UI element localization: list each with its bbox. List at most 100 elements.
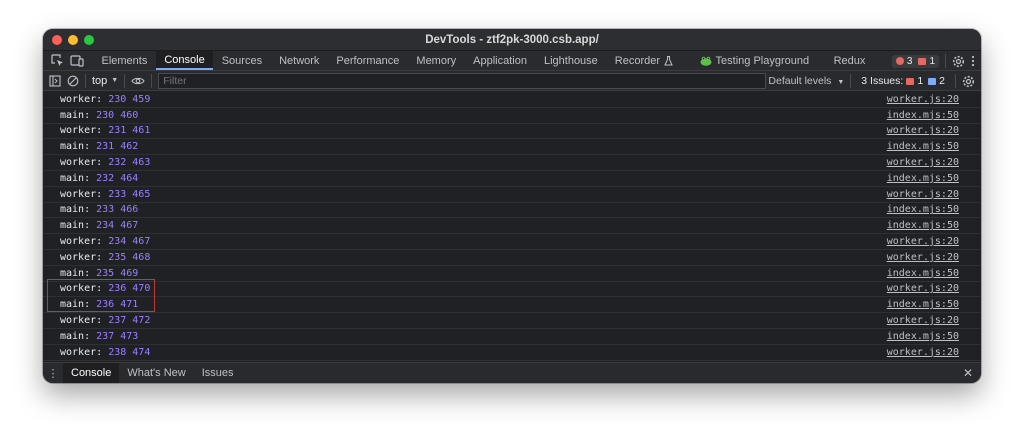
console-message: worker: 236 470: [60, 283, 150, 294]
issues-blue-count: 2: [939, 75, 945, 87]
console-message-row: main: 231 462 index.mjs:50: [43, 139, 981, 156]
source-link[interactable]: worker.js:20: [887, 125, 959, 136]
source-link[interactable]: index.mjs:50: [887, 331, 959, 342]
tabbar-left-icons: [43, 51, 93, 70]
dropdown-caret-icon: ▼: [837, 79, 845, 86]
devtools-window: DevTools - ztf2pk-3000.csb.app/ Elements…: [43, 29, 981, 383]
minimize-window-button[interactable]: [68, 35, 78, 45]
console-toolbar: top ▼ Default levels ▼ 3 Issues: 1 2: [43, 71, 981, 91]
frog-icon: [700, 56, 712, 66]
issues-counter[interactable]: 3 Issues: 1 2: [857, 75, 949, 87]
source-link[interactable]: index.mjs:50: [887, 141, 959, 152]
divider: [85, 73, 86, 88]
zoom-window-button[interactable]: [84, 35, 94, 45]
tab-network[interactable]: Network: [271, 51, 328, 70]
window-controls: [52, 35, 94, 45]
message-source-label: main:: [60, 109, 91, 121]
levels-label: Default levels: [768, 75, 832, 87]
console-message: worker: 233 465: [60, 189, 150, 200]
console-message-row: main: 232 464 index.mjs:50: [43, 171, 981, 187]
drawer-tab-bar: ⋮ Console What's New Issues ✕: [43, 362, 981, 383]
context-selector[interactable]: top ▼: [92, 75, 118, 87]
tab-label: Network: [279, 54, 320, 67]
message-source-label: main:: [60, 267, 91, 279]
live-expression-eye-icon[interactable]: [131, 76, 145, 86]
message-number: 469: [120, 267, 139, 279]
tab-application[interactable]: Application: [465, 51, 536, 70]
source-link[interactable]: worker.js:20: [887, 347, 959, 358]
close-window-button[interactable]: [52, 35, 62, 45]
sidebar-toggle-icon[interactable]: [49, 74, 61, 87]
more-options-icon[interactable]: [971, 55, 975, 67]
tab-label: Memory: [416, 54, 457, 67]
source-link[interactable]: worker.js:20: [887, 315, 959, 326]
console-settings-gear-icon[interactable]: [962, 75, 975, 88]
log-levels-dropdown[interactable]: Default levels ▼: [768, 75, 844, 87]
console-message-row: main: 237 473 index.mjs:50: [43, 329, 981, 345]
source-link[interactable]: worker.js:20: [887, 283, 959, 294]
console-message: worker: 234 467: [60, 236, 150, 247]
message-source-label: worker:: [60, 125, 103, 137]
tab-lighthouse[interactable]: Lighthouse: [535, 51, 606, 70]
message-number: 235: [96, 267, 115, 279]
tab-elements[interactable]: Elements: [93, 51, 156, 70]
console-message-row: worker: 233 465 worker.js:20: [43, 187, 981, 203]
source-link[interactable]: index.mjs:50: [887, 268, 959, 279]
filter-input[interactable]: [158, 72, 767, 89]
inspect-element-icon[interactable]: [51, 54, 64, 67]
message-number: 460: [120, 109, 139, 121]
console-message-row: worker: 234 467 worker.js:20: [43, 234, 981, 250]
panel-tab-bar: Elements Console Sources Network Perform…: [43, 51, 981, 71]
drawer-menu-icon[interactable]: ⋮: [43, 363, 63, 383]
settings-gear-icon[interactable]: [952, 55, 965, 68]
message-number: 467: [120, 220, 139, 232]
message-source-label: worker:: [60, 236, 103, 248]
message-number: 232: [96, 172, 115, 184]
clear-console-icon[interactable]: [67, 75, 79, 87]
source-link[interactable]: index.mjs:50: [887, 110, 959, 121]
message-number: 471: [120, 299, 139, 311]
tab-console[interactable]: Console: [155, 51, 214, 70]
source-link[interactable]: index.mjs:50: [887, 220, 959, 231]
message-source-label: worker:: [60, 157, 103, 169]
message-number: 463: [132, 157, 151, 169]
source-link[interactable]: worker.js:20: [887, 94, 959, 105]
message-number: 464: [120, 172, 139, 184]
source-link[interactable]: index.mjs:50: [887, 173, 959, 184]
issues-label: 3 Issues:: [861, 75, 904, 87]
drawer-tab-issues[interactable]: Issues: [194, 363, 242, 383]
tab-performance[interactable]: Performance: [328, 51, 408, 70]
tab-label: Performance: [336, 54, 400, 67]
message-number: 472: [132, 315, 151, 327]
tab-redux[interactable]: Redux: [818, 51, 874, 70]
message-source-label: worker:: [60, 346, 103, 358]
drawer-tab-console[interactable]: Console: [63, 363, 120, 383]
divider: [124, 73, 126, 88]
message-number: 468: [132, 251, 151, 263]
message-number: 461: [132, 125, 151, 137]
error-warning-counter[interactable]: 3 1: [891, 54, 939, 68]
divider: [850, 74, 852, 88]
tab-testing-playground[interactable]: Testing Playground: [682, 51, 818, 70]
source-link[interactable]: worker.js:20: [887, 189, 959, 200]
drawer-tab-whats-new[interactable]: What's New: [119, 363, 193, 383]
issue-info-icon: [928, 77, 937, 85]
source-link[interactable]: worker.js:20: [887, 252, 959, 263]
close-drawer-icon[interactable]: ✕: [963, 366, 973, 380]
message-number: 236: [96, 299, 115, 311]
error-icon: [895, 57, 904, 65]
source-link[interactable]: worker.js:20: [887, 157, 959, 168]
tab-recorder[interactable]: Recorder: [606, 51, 681, 70]
console-message: worker: 238 474: [60, 347, 150, 358]
console-message: worker: 232 463: [60, 157, 150, 168]
tab-memory[interactable]: Memory: [408, 51, 465, 70]
message-number: 462: [120, 141, 139, 153]
message-source-label: main:: [60, 220, 91, 232]
tab-sources[interactable]: Sources: [213, 51, 270, 70]
console-message: worker: 235 468: [60, 252, 150, 263]
device-toolbar-icon[interactable]: [70, 54, 84, 67]
tab-label: Application: [473, 54, 527, 67]
source-link[interactable]: index.mjs:50: [887, 204, 959, 215]
source-link[interactable]: index.mjs:50: [887, 299, 959, 310]
source-link[interactable]: worker.js:20: [887, 236, 959, 247]
